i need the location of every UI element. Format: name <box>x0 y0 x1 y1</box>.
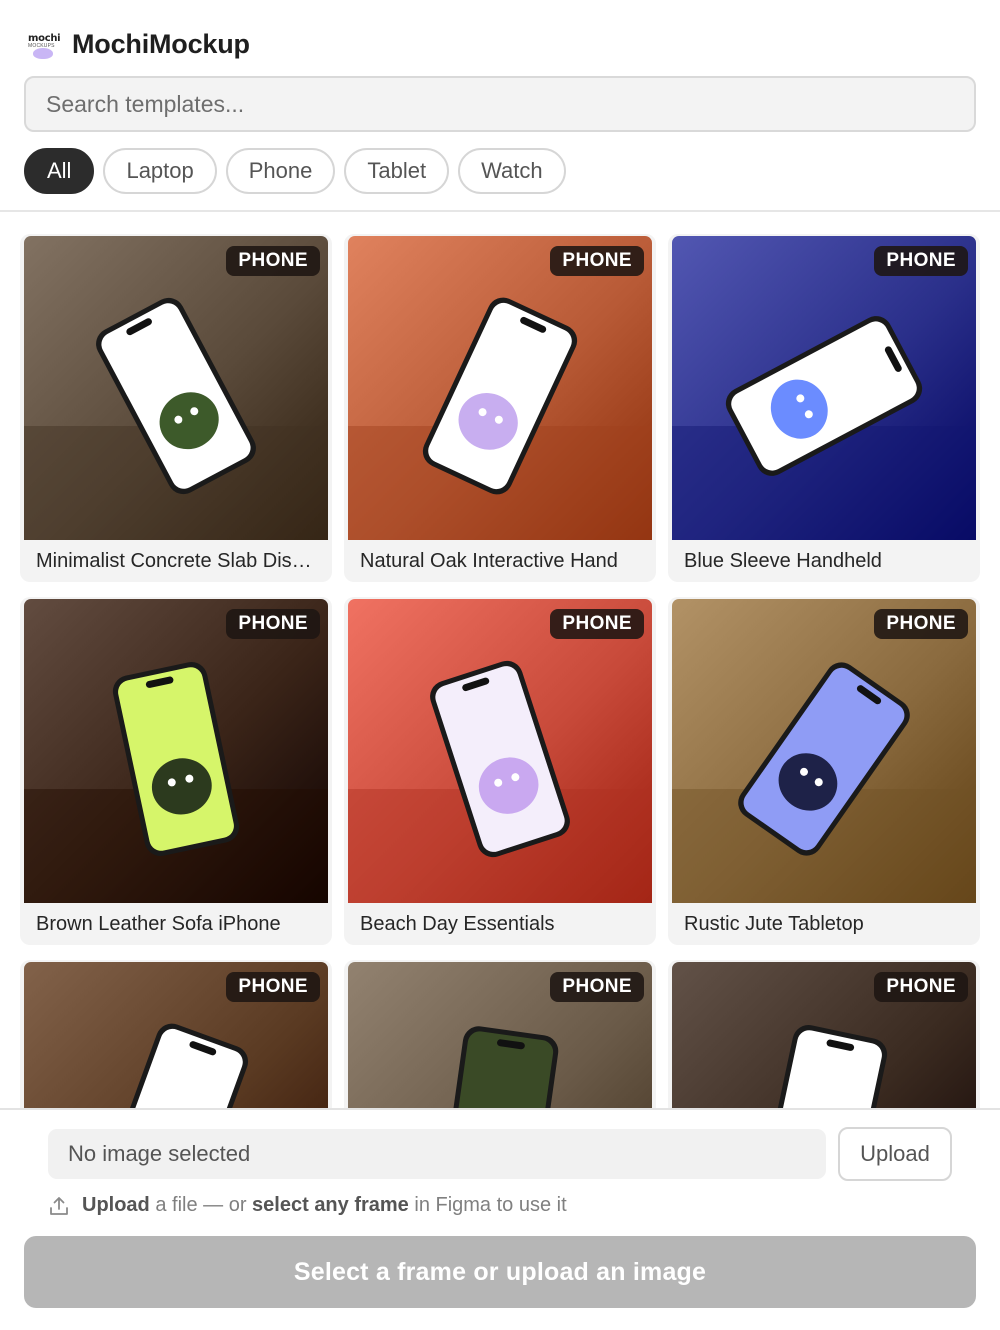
template-title: Natural Oak Interactive Hand <box>360 550 618 572</box>
template-card[interactable]: PHONE <box>344 960 656 1108</box>
device-badge: PHONE <box>874 246 968 276</box>
template-title: Beach Day Essentials <box>360 913 555 935</box>
upload-hint: Upload a file — or select any frame in F… <box>48 1194 567 1217</box>
filter-chip-watch[interactable]: Watch <box>458 148 566 194</box>
template-thumbnail: PHONE <box>672 236 976 540</box>
device-badge: PHONE <box>550 246 644 276</box>
hint-text-1: a file — or <box>149 1194 253 1216</box>
template-card[interactable]: PHONE Minimalist Concrete Slab Display <box>20 234 332 582</box>
template-thumbnail: PHONE <box>24 962 328 1108</box>
template-thumbnail: PHONE <box>348 236 652 540</box>
template-thumbnail: PHONE <box>348 962 652 1108</box>
search-input[interactable] <box>24 76 976 132</box>
app-header: mochi MOCKUPS MochiMockup <box>24 24 250 64</box>
app-title: MochiMockup <box>72 28 250 59</box>
template-title: Rustic Jute Tabletop <box>684 913 864 935</box>
filter-chip-laptop[interactable]: Laptop <box>103 148 217 194</box>
template-card[interactable]: PHONE Beach Day Essentials <box>344 597 656 945</box>
template-thumbnail: PHONE <box>24 236 328 540</box>
logo-mascot <box>33 48 53 59</box>
device-badge: PHONE <box>226 609 320 639</box>
hint-upload-link[interactable]: Upload <box>82 1194 150 1217</box>
template-card[interactable]: PHONE <box>20 960 332 1108</box>
hint-text-2: in Figma to use it <box>408 1194 567 1216</box>
upload-button[interactable]: Upload <box>838 1127 952 1181</box>
template-title: Brown Leather Sofa iPhone <box>36 913 281 935</box>
filter-chip-all[interactable]: All <box>24 148 95 194</box>
template-thumbnail: PHONE <box>24 599 328 903</box>
template-title: Blue Sleeve Handheld <box>684 550 882 572</box>
filter-chip-phone[interactable]: Phone <box>225 148 336 194</box>
selected-file-field: No image selected <box>48 1129 826 1179</box>
phone-mockup-illustration <box>24 599 328 903</box>
phone-mockup-illustration <box>348 599 652 903</box>
filter-chips: All Laptop Phone Tablet Watch <box>24 148 566 194</box>
phone-mockup-illustration <box>672 599 976 903</box>
template-grid: PHONE Minimalist Concrete Slab Display PHO… <box>20 234 980 1108</box>
mochi-logo: mochi MOCKUPS <box>24 26 61 62</box>
device-badge: PHONE <box>226 972 320 1002</box>
template-thumbnail: PHONE <box>672 962 976 1108</box>
template-thumbnail: PHONE <box>348 599 652 903</box>
footer-panel: No image selected Upload Upload a file —… <box>0 1108 1000 1330</box>
template-grid-scroll[interactable]: PHONE Minimalist Concrete Slab Display PHO… <box>0 212 1000 1108</box>
template-thumbnail: PHONE <box>672 599 976 903</box>
phone-mockup-illustration <box>24 236 328 540</box>
template-card[interactable]: PHONE Natural Oak Interactive Hand <box>344 234 656 582</box>
template-card[interactable]: PHONE Rustic Jute Tabletop <box>668 597 980 945</box>
filter-chip-tablet[interactable]: Tablet <box>344 148 450 194</box>
phone-mockup-illustration <box>348 236 652 540</box>
template-card[interactable]: PHONE Brown Leather Sofa iPhone <box>20 597 332 945</box>
device-badge: PHONE <box>874 609 968 639</box>
hint-select-frame: select any frame <box>252 1194 409 1216</box>
device-badge: PHONE <box>226 246 320 276</box>
device-badge: PHONE <box>874 972 968 1002</box>
template-card[interactable]: PHONE <box>668 960 980 1108</box>
phone-mockup-illustration <box>672 236 976 540</box>
device-badge: PHONE <box>550 972 644 1002</box>
apply-mockup-button[interactable]: Select a frame or upload an image <box>24 1236 976 1308</box>
device-badge: PHONE <box>550 609 644 639</box>
template-card[interactable]: PHONE Blue Sleeve Handheld <box>668 234 980 582</box>
upload-icon <box>50 1196 68 1215</box>
template-title: Minimalist Concrete Slab Display <box>36 550 320 572</box>
